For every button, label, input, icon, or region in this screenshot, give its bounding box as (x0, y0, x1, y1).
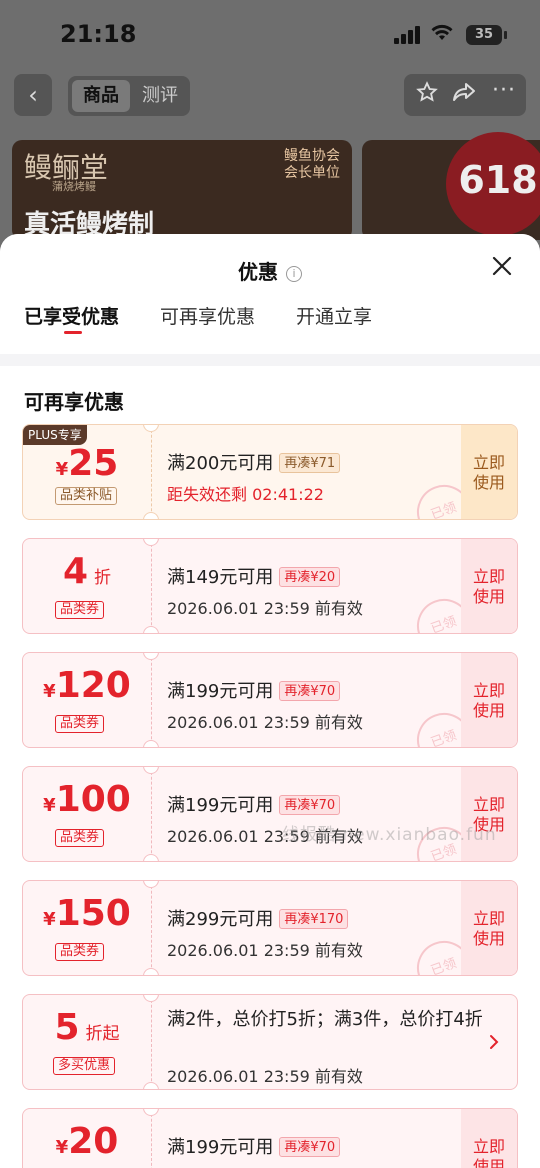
coupon-condition: 满199元可用 再凑¥70 (167, 677, 341, 703)
back-button[interactable]: ‹ (14, 74, 52, 116)
promo-618-badge: 618 (446, 132, 540, 236)
coupon-gap-badge: 再凑¥70 (279, 681, 341, 701)
coupon-validity: 2026.06.01 23:59 前有效 (167, 599, 363, 618)
star-icon[interactable] (416, 81, 438, 109)
sheet-header: 优惠 i 已享受优惠 可再享优惠 开通立享 (0, 234, 540, 354)
product-banner: 鳗鲡堂 蒲烧烤鳗 真活鳗烤制 鳗鱼协会 会长单位 (12, 140, 352, 240)
cellular-signal-icon (394, 26, 422, 44)
offer-tabs: 已享受优惠 可再享优惠 开通立享 (0, 302, 540, 342)
info-icon[interactable]: i (286, 266, 302, 282)
share-icon[interactable] (452, 81, 476, 109)
use-now-button[interactable]: 立即 使用 (461, 653, 517, 747)
coupon-gap-badge: 再凑¥70 (279, 1137, 341, 1157)
chevron-right-icon[interactable] (489, 1031, 499, 1056)
coupon-card[interactable]: ¥100 品类券 满199元可用 再凑¥70 2026.06.01 23:59 前… (22, 766, 518, 862)
use-now-button[interactable]: 立即 使用 (461, 767, 517, 861)
use-now-button[interactable]: 立即 使用 (461, 1109, 517, 1168)
tab-review[interactable]: 测评 (134, 80, 186, 112)
coupon-value: 4折 品类券 (23, 539, 151, 633)
coupon-card[interactable]: ¥120 品类券 满199元可用 再凑¥70 2026.06.01 23:59 前… (22, 652, 518, 748)
coupon-condition: 满199元可用 再凑¥70 (167, 1133, 341, 1159)
coupon-type-badge: 品类券 (55, 715, 105, 733)
coupon-amount: ¥20 (55, 1121, 119, 1162)
coupon-value: ¥120 品类券 (23, 653, 151, 747)
coupon-value: ¥20 (23, 1109, 151, 1168)
sheet-title-text: 优惠 (238, 260, 278, 284)
coupon-card[interactable]: ¥150 品类券 满299元可用 再凑¥170 2026.06.01 23:59 … (22, 880, 518, 976)
coupon-gap-badge: 再凑¥70 (279, 795, 341, 815)
status-bar: 21:18 35 (0, 0, 540, 70)
use-now-button[interactable]: 立即 使用 (461, 425, 517, 519)
coupon-notch (143, 512, 159, 519)
coupon-amount: ¥150 (43, 893, 131, 934)
coupon-notch (143, 626, 159, 633)
multibuy-offer-card[interactable]: 5 折起 多买优惠 满2件，总价打5折；满3件，总价打4折 2026.06.01 … (22, 994, 518, 1090)
section-title: 可再享优惠 (24, 390, 124, 414)
banner-tag-line1: 鳗鱼协会 (284, 148, 340, 164)
tab-product[interactable]: 商品 (72, 80, 130, 112)
coupon-condition: 满199元可用 再凑¥70 (167, 791, 341, 817)
coupon-amount: ¥120 (43, 665, 131, 706)
coupon-notch (143, 968, 159, 975)
coupon-gap-badge: 再凑¥71 (279, 453, 341, 473)
use-now-button[interactable]: 立即 使用 (461, 539, 517, 633)
active-tab-indicator (64, 331, 82, 334)
coupon-condition: 满299元可用 再凑¥170 (167, 905, 349, 931)
coupon-validity: 2026.06.01 23:59 前有效 (167, 1067, 363, 1086)
coupon-condition: 满200元可用 再凑¥71 (167, 449, 341, 475)
coupon-notch (143, 740, 159, 747)
coupon-card[interactable]: 4折 品类券 满149元可用 再凑¥20 2026.06.01 23:59 前有效… (22, 538, 518, 634)
watermark-text: 线报酷 new.xianbao.fun (282, 825, 497, 845)
coupon-type-badge: 品类补贴 (55, 487, 118, 505)
coupon-divider (151, 1109, 152, 1168)
use-now-button[interactable]: 立即 使用 (461, 881, 517, 975)
wifi-icon (430, 22, 454, 48)
plus-exclusive-badge: PLUS专享 (23, 425, 87, 445)
coupon-divider (151, 881, 152, 975)
coupon-notch (143, 854, 159, 861)
coupon-divider (151, 539, 152, 633)
coupon-card[interactable]: ¥25 品类补贴 PLUS专享 满200元可用 再凑¥71 距失效还剩 02:41… (22, 424, 518, 520)
tab-activate-offers[interactable]: 开通立享 (296, 302, 372, 329)
brand-subtitle: 蒲烧烤鳗 (52, 180, 96, 193)
coupon-notch (143, 1082, 159, 1089)
sheet-title: 优惠 i (0, 256, 540, 285)
nav-tools: ··· (404, 74, 526, 116)
coupon-type-badge: 品类券 (55, 601, 105, 619)
coupon-validity: 2026.06.01 23:59 前有效 (167, 713, 363, 732)
more-offers-section: 可再享优惠 ¥25 品类补贴 PLUS专享 满200元可用 再凑¥71 距失效还剩… (0, 366, 540, 1168)
coupon-gap-badge: 再凑¥20 (279, 567, 341, 587)
coupon-condition: 满2件，总价打5折；满3件，总价打4折 (167, 1009, 483, 1030)
coupon-card[interactable]: ¥20 满199元可用 再凑¥70 立即 使用 (22, 1108, 518, 1168)
coupon-type-badge: 品类券 (55, 943, 105, 961)
coupon-validity: 2026.06.01 23:59 前有效 (167, 941, 363, 960)
status-time: 21:18 (60, 20, 137, 48)
more-icon[interactable]: ··· (492, 78, 516, 103)
coupon-condition: 满149元可用 再凑¥20 (167, 563, 341, 589)
coupon-type-badge: 多买优惠 (53, 1057, 116, 1075)
tab-more-offers[interactable]: 可再享优惠 (160, 302, 255, 329)
coupon-amount: 5 折起 (54, 1007, 120, 1048)
coupon-divider (151, 767, 152, 861)
offers-sheet: 优惠 i 已享受优惠 可再享优惠 开通立享 可再享优惠 ¥25 品类补贴 PLUS… (0, 234, 540, 1168)
coupon-value: ¥150 品类券 (23, 881, 151, 975)
top-nav: ‹ 商品 测评 ··· (0, 74, 540, 118)
banner-tag-line2: 会长单位 (284, 165, 340, 181)
coupon-value: ¥100 品类券 (23, 767, 151, 861)
tab-enjoyed-offers[interactable]: 已享受优惠 (24, 302, 119, 329)
battery-icon: 35 (466, 25, 507, 45)
coupon-amount: 4折 (62, 551, 112, 592)
coupon-countdown: 距失效还剩 02:41:22 (167, 485, 324, 504)
coupon-divider (151, 425, 152, 519)
coupon-value: 5 折起 多买优惠 (23, 995, 151, 1089)
close-icon[interactable] (492, 252, 512, 282)
coupon-amount: ¥25 (55, 443, 119, 484)
coupon-type-badge: 品类券 (55, 829, 105, 847)
coupon-amount: ¥100 (43, 779, 131, 820)
coupon-divider (151, 653, 152, 747)
banner-tag: 鳗鱼协会 会长单位 (284, 148, 340, 182)
segment-control: 商品 测评 (68, 76, 190, 116)
coupon-divider (151, 995, 152, 1089)
coupon-gap-badge: 再凑¥170 (279, 909, 349, 929)
